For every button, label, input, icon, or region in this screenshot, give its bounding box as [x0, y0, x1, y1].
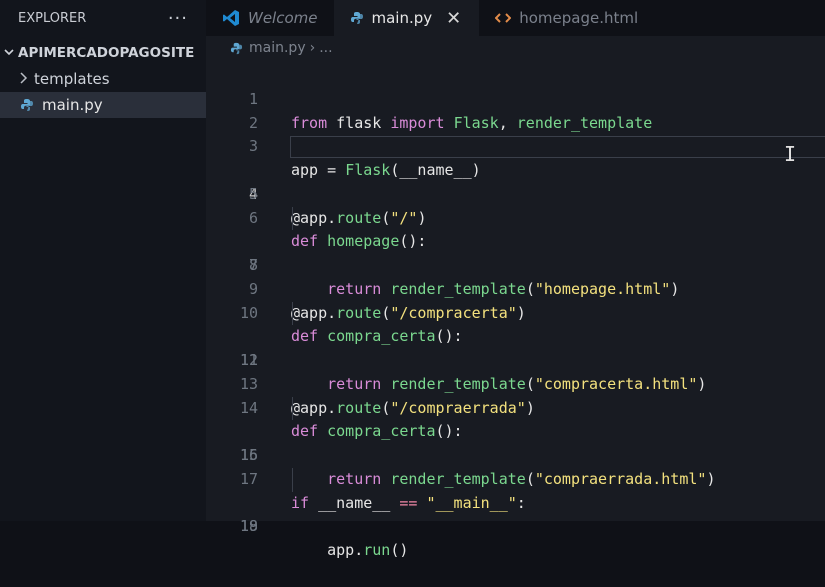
- breadcrumb-separator: ›: [309, 40, 316, 56]
- explorer-title: EXPLORER: [18, 10, 87, 26]
- tab-label: homepage.html: [519, 9, 639, 27]
- tab-main-py[interactable]: main.py ✕: [333, 0, 480, 36]
- indent-guide: [292, 206, 293, 231]
- editor-pane: Welcome main.py ✕ homepage.html main.py …: [206, 0, 825, 559]
- code-editor[interactable]: 1 from flask import Flask, render_templa…: [206, 64, 825, 559]
- explorer-header: EXPLORER ···: [0, 0, 206, 36]
- code-line: 10 def compra_certa():: [206, 278, 825, 346]
- python-file-icon: [350, 11, 364, 25]
- current-line-highlight: [290, 136, 825, 158]
- chevron-right-icon: [18, 70, 34, 88]
- breadcrumb: main.py › ...: [206, 36, 825, 60]
- breadcrumb-symbol[interactable]: ...: [319, 40, 332, 56]
- code-line: 6 def homepage():: [206, 183, 825, 251]
- workspace-folder-label: APIMERCADOPAGOSITE: [18, 45, 195, 61]
- vscode-logo-icon: [222, 9, 240, 27]
- explorer-sidebar: EXPLORER ··· APIMERCADOPAGOSITE template…: [0, 0, 206, 521]
- file-tree: APIMERCADOPAGOSITE templates main.py: [0, 36, 206, 118]
- code-line: 16: [206, 420, 825, 464]
- code-line: 11 return render_template("compracerta.h…: [206, 301, 825, 393]
- tree-item-templates[interactable]: templates: [0, 66, 206, 92]
- code-line: 7 return render_template("homepage.html"…: [206, 206, 825, 298]
- code-line: 13 @app.route("/compraerrada"): [206, 349, 825, 417]
- tree-item-main-py[interactable]: main.py: [0, 92, 206, 118]
- close-icon[interactable]: ✕: [446, 8, 461, 29]
- tab-label: main.py: [371, 9, 433, 27]
- html-file-icon: [495, 12, 512, 24]
- tree-item-label: templates: [34, 70, 110, 88]
- tree-item-label: main.py: [42, 96, 103, 114]
- code-line: 3 app = Flask(__name__): [206, 112, 825, 179]
- line-number: 19: [239, 517, 258, 536]
- tab-label: Welcome: [248, 9, 318, 27]
- code-text: app.run(): [291, 541, 409, 559]
- text-cursor-icon: I: [784, 142, 797, 166]
- vscode-window: EXPLORER ··· APIMERCADOPAGOSITE template…: [0, 0, 825, 559]
- tab-homepage-html[interactable]: homepage.html: [479, 0, 654, 36]
- indent-guide: [292, 301, 293, 326]
- code-line: 5 @app.route("/"): [206, 159, 825, 227]
- code-line: 2: [206, 88, 825, 132]
- indent-guide: [292, 396, 293, 421]
- python-file-icon: [18, 98, 36, 112]
- current-line: 4: [206, 135, 825, 203]
- tab-bar: Welcome main.py ✕ homepage.html: [206, 0, 825, 36]
- code-line: 9 @app.route("/compracerta"): [206, 254, 825, 322]
- code-line: 14 def compra_certa():: [206, 373, 825, 441]
- code-line: 1 from flask import Flask, render_templa…: [206, 64, 825, 132]
- code-line: 18 app.run(): [206, 467, 825, 559]
- code-line: 12: [206, 325, 825, 369]
- code-line: 17 if __name__ == "__main__":: [206, 444, 825, 512]
- python-file-icon: [230, 42, 243, 55]
- breadcrumb-file[interactable]: main.py: [249, 40, 306, 56]
- code-line: 8: [206, 230, 825, 274]
- more-actions-icon[interactable]: ···: [168, 8, 188, 29]
- indent-guide: [292, 467, 293, 492]
- code-line: 19: [206, 492, 825, 535]
- chevron-down-icon: [4, 45, 18, 61]
- tab-welcome[interactable]: Welcome: [206, 0, 334, 36]
- code-line: 15 return render_template("compraerrada.…: [206, 396, 825, 488]
- workspace-folder[interactable]: APIMERCADOPAGOSITE: [0, 40, 206, 66]
